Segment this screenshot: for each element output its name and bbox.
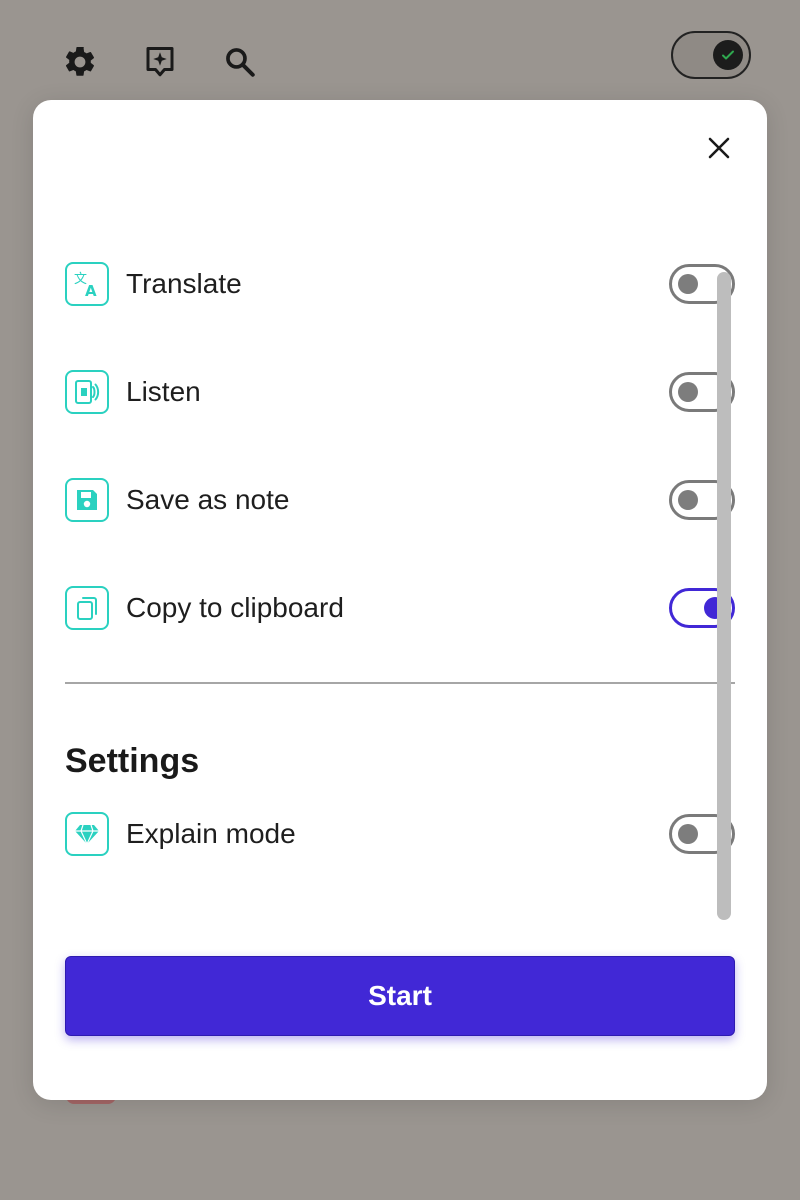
settings-title: Settings: [65, 742, 200, 780]
save-icon: [65, 478, 109, 522]
action-label-copy: Copy to clipboard: [126, 592, 344, 623]
action-label-translate: Translate: [126, 268, 242, 299]
modal-scroll-area[interactable]: 文 A Translate Listen Save as note Copy t…: [33, 212, 767, 1028]
action-row-copy: Copy to clipboard: [33, 554, 767, 662]
gear-icon[interactable]: [60, 42, 100, 82]
close-icon: [708, 137, 730, 159]
action-row-hidden: [33, 212, 767, 230]
svg-text:A: A: [85, 282, 97, 299]
section-divider: [65, 682, 735, 684]
search-icon[interactable]: [220, 42, 260, 82]
check-icon: [713, 40, 743, 70]
settings-row-explain: Explain mode: [33, 780, 767, 888]
listen-icon: [65, 370, 109, 414]
start-button[interactable]: Start: [65, 956, 735, 1036]
actions-modal: 文 A Translate Listen Save as note Copy t…: [33, 100, 767, 1100]
background-toggle[interactable]: [671, 31, 751, 79]
translate-icon: 文 A: [65, 262, 109, 306]
action-row-listen: Listen: [33, 338, 767, 446]
background-toolbar: [0, 0, 800, 100]
action-label-listen: Listen: [126, 376, 201, 407]
close-button[interactable]: [699, 128, 739, 168]
action-row-save-note: Save as note: [33, 446, 767, 554]
action-row-translate: 文 A Translate: [33, 230, 767, 338]
settings-label-explain: Explain mode: [126, 818, 296, 849]
scrollbar[interactable]: [717, 272, 731, 920]
sparkle-note-icon[interactable]: [140, 42, 180, 82]
copy-icon: [65, 586, 109, 630]
action-label-save-note: Save as note: [126, 484, 290, 515]
modal-scroll-content: 文 A Translate Listen Save as note Copy t…: [33, 212, 767, 888]
diamond-icon: [65, 812, 109, 856]
